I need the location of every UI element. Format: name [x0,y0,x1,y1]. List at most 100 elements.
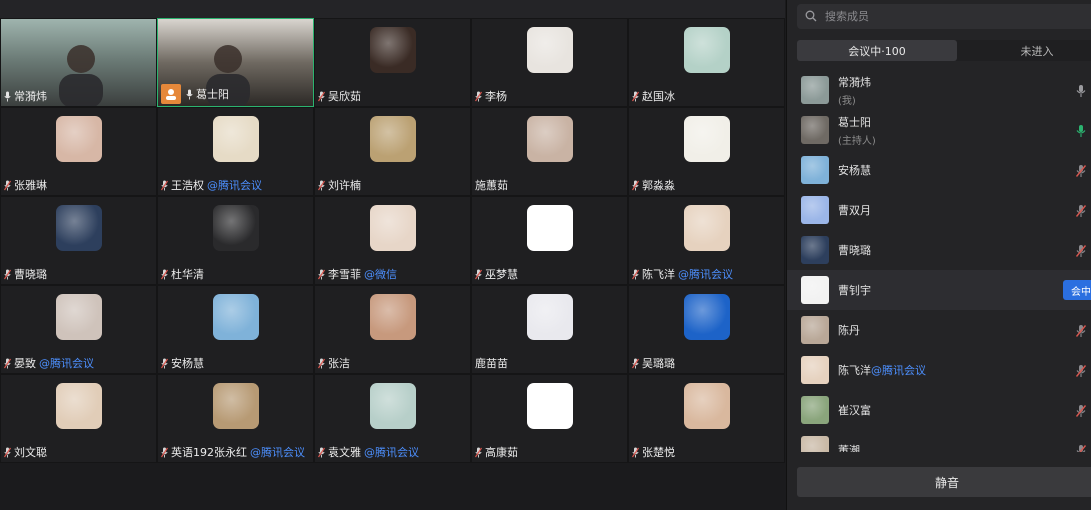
participant-tile[interactable]: 施蕙茹 [471,107,628,196]
member-search-input[interactable] [823,9,1067,24]
participant-name-label: 鹿苗苗 [475,355,508,371]
participant-tile[interactable]: 郭淼淼 [628,107,785,196]
search-icon [805,7,817,26]
mic-muted-icon [632,358,639,369]
participant-source-suffix: @腾讯会议 [250,446,305,459]
member-row[interactable]: 曹钊宇 会中邀 [787,270,1091,310]
participant-name: 葛士阳 [196,88,229,101]
participant-name: 吴璐璐 [642,357,675,370]
participant-name: 张洁 [328,357,350,370]
participant-tile[interactable]: 刘文聪 [0,374,157,463]
participant-tile[interactable]: 赵国冰 [628,18,785,107]
participant-tile[interactable]: 张雅琳 [0,107,157,196]
participant-source-suffix: @腾讯会议 [207,179,262,192]
participant-tile[interactable]: 张楚悦 [628,374,785,463]
participant-name: 常漪炜 [14,90,47,103]
member-row[interactable]: 陈飞洋@腾讯会议 [787,350,1091,390]
participant-tile[interactable]: 鹿苗苗 [471,285,628,374]
mic-muted-icon[interactable] [1075,323,1087,337]
participant-name-label: 刘许楠 [318,177,361,193]
participant-name: 赵国冰 [642,90,675,103]
member-row[interactable]: 董潮 [787,430,1091,452]
mic-muted-icon[interactable] [1075,203,1087,217]
mic-icon [4,91,11,102]
participant-tile[interactable]: 李杨 [471,18,628,107]
member-name: 董潮 [838,444,860,452]
tab-in-meeting[interactable]: 会议中·100 [797,40,957,61]
member-row[interactable]: 曹晓璐 [787,230,1091,270]
participant-tile[interactable]: 王浩权 @腾讯会议 [157,107,314,196]
member-list: 常漪炜 (我) 葛士阳 (主持人) 安杨慧曹双月曹晓璐曹钊宇 会中邀陈丹陈飞洋@腾讯会议崔… [787,70,1091,452]
member-search-box[interactable] [797,4,1091,29]
participant-tile[interactable]: 吴欣茹 [314,18,471,107]
member-role: (我) [838,95,856,107]
bottom-bar [0,463,785,510]
mic-muted-icon[interactable] [1075,443,1087,452]
participant-avatar [212,205,259,251]
participant-tile[interactable]: 吴璐璐 [628,285,785,374]
participant-name: 李杨 [485,90,507,103]
member-name-line: 董潮 [838,442,860,452]
member-name: 曹双月 [838,204,871,217]
video-grid: 常漪炜 葛士阳 吴欣茹李杨 赵国冰张雅琳 王浩权 @腾讯会议刘许楠 施蕙茹 郭淼淼曹晓璐 杜华清… [0,18,785,463]
participant-tile[interactable]: 杜华清 [157,196,314,285]
member-row[interactable]: 陈丹 [787,310,1091,350]
participant-avatar [212,294,259,340]
participant-tile[interactable]: 陈飞洋 @腾讯会议 [628,196,785,285]
member-text: 崔汉富 [838,390,871,430]
participant-name-label: 李杨 [475,88,507,104]
invite-button[interactable]: 会中邀 [1063,280,1091,300]
member-row[interactable]: 常漪炜 (我) [787,70,1091,110]
mute-all-button[interactable]: 静音 [797,467,1091,497]
member-name-line: 陈丹 [838,322,860,338]
participant-name: 施蕙茹 [475,179,508,192]
participant-avatar [369,116,416,162]
participant-name: 高康茹 [485,446,518,459]
participant-tile[interactable]: 刘许楠 [314,107,471,196]
participant-tile[interactable]: 高康茹 [471,374,628,463]
participant-tile[interactable]: 李雪菲 @微信 [314,196,471,285]
member-row[interactable]: 曹双月 [787,190,1091,230]
participant-tile[interactable]: 葛士阳 [157,18,314,107]
mic-muted-icon[interactable] [1075,403,1087,417]
participant-tile[interactable]: 张洁 [314,285,471,374]
participant-name-label: 李雪菲 @微信 [318,266,397,282]
participant-tile[interactable]: 安杨慧 [157,285,314,374]
participant-name: 巫梦慧 [485,268,518,281]
participant-name-label: 张洁 [318,355,350,371]
member-source-suffix: @腾讯会议 [871,364,926,377]
participant-name-label: 陈飞洋 @腾讯会议 [632,266,733,282]
member-avatar [801,276,829,304]
member-name-line: 陈飞洋@腾讯会议 [838,362,926,378]
participant-tile[interactable]: 英语192张永红 @腾讯会议 [157,374,314,463]
participant-name: 李雪菲 [328,268,361,281]
participant-name-label: 吴璐璐 [632,355,675,371]
member-row[interactable]: 安杨慧 [787,150,1091,190]
mic-active-icon[interactable] [1075,123,1087,137]
participant-avatar [55,383,102,429]
mic-muted-icon[interactable] [1075,243,1087,257]
member-avatar [801,76,829,104]
participant-tile[interactable]: 常漪炜 [0,18,157,107]
mic-muted-icon[interactable] [1075,363,1087,377]
participant-tile[interactable]: 袁文雅 @腾讯会议 [314,374,471,463]
participant-name: 刘许楠 [328,179,361,192]
participant-source-suffix: @腾讯会议 [39,357,94,370]
mic-muted-icon [318,180,325,191]
participant-name-label: 晏致 @腾讯会议 [4,355,94,371]
mic-icon[interactable] [1075,83,1087,97]
mic-muted-icon[interactable] [1075,163,1087,177]
member-name: 葛士阳 [838,115,871,129]
participant-name-label: 高康茹 [475,444,518,460]
participant-tile[interactable]: 晏致 @腾讯会议 [0,285,157,374]
member-text: 常漪炜 (我) [838,70,871,110]
tab-not-joined[interactable]: 未进入 [957,40,1091,61]
member-row[interactable]: 崔汉富 [787,390,1091,430]
member-name: 陈丹 [838,324,860,337]
member-text: 曹晓璐 [838,230,871,270]
participant-tile[interactable]: 巫梦慧 [471,196,628,285]
member-row[interactable]: 葛士阳 (主持人) [787,110,1091,150]
participant-avatar [683,27,730,73]
participant-tile[interactable]: 曹晓璐 [0,196,157,285]
member-text: 曹双月 [838,190,871,230]
